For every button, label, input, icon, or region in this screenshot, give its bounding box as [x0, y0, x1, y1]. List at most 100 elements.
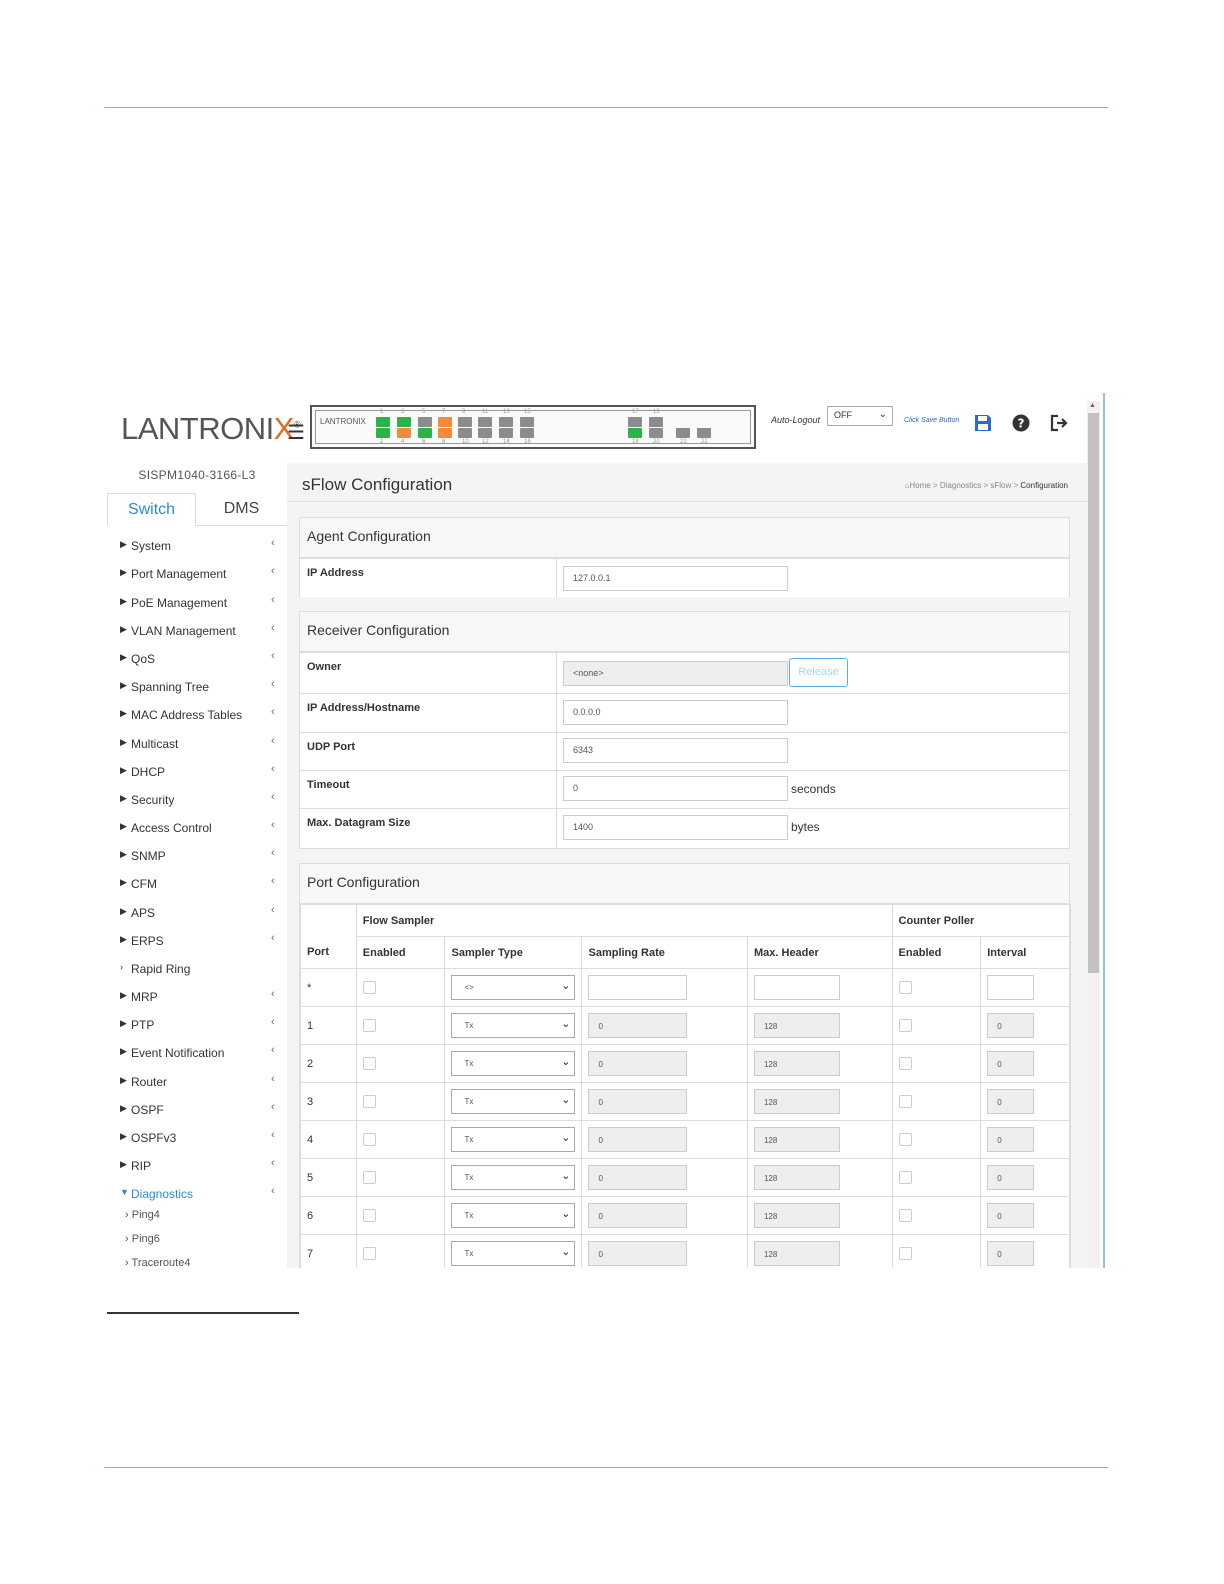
sidebar-item-event-notification[interactable]: ▶ Event Notification ‹: [107, 1044, 287, 1072]
enabled-checkbox[interactable]: [362, 1057, 376, 1070]
sidebar-item-rapid-ring[interactable]: › Rapid Ring: [107, 962, 287, 988]
sampling-rate-input[interactable]: 0: [588, 1203, 688, 1228]
interval-input[interactable]: 0: [987, 1013, 1035, 1038]
counter-enabled-checkbox[interactable]: [898, 981, 912, 994]
release-button[interactable]: Release: [789, 658, 848, 687]
scrollbar[interactable]: ▲: [1087, 401, 1100, 1268]
port-9-icon[interactable]: [458, 417, 472, 427]
sidebar-item-spanning-tree[interactable]: ▶ Spanning Tree ‹: [107, 678, 287, 706]
interval-input[interactable]: 0: [987, 1241, 1035, 1266]
counter-enabled-checkbox[interactable]: [898, 1057, 912, 1070]
sampling-rate-input[interactable]: [588, 975, 688, 1000]
breadcrumb-home[interactable]: Home: [909, 481, 930, 490]
enabled-checkbox[interactable]: [362, 1171, 376, 1184]
sidebar-item-access-control[interactable]: ▶ Access Control ‹: [107, 819, 287, 847]
sampler-type-select[interactable]: <> ⌄: [451, 975, 576, 1000]
sidebar-item-router[interactable]: ▶ Router ‹: [107, 1073, 287, 1101]
sampler-type-select[interactable]: Tx ⌄: [451, 1089, 576, 1114]
sidebar-item-multicast[interactable]: ▶ Multicast ‹: [107, 735, 287, 763]
interval-input[interactable]: 0: [987, 1127, 1035, 1152]
port-10-icon[interactable]: [458, 428, 472, 438]
interval-input[interactable]: 0: [987, 1089, 1035, 1114]
max-header-input[interactable]: 128: [753, 1051, 840, 1076]
enabled-checkbox[interactable]: [362, 1209, 376, 1222]
tab-dms[interactable]: DMS: [196, 493, 287, 526]
udp-port-input[interactable]: 6343: [563, 738, 788, 763]
sidebar-item-qos[interactable]: ▶ QoS ‹: [107, 650, 287, 678]
counter-enabled-checkbox[interactable]: [898, 1095, 912, 1108]
port-5-icon[interactable]: [418, 417, 432, 427]
enabled-checkbox[interactable]: [362, 1019, 376, 1032]
port-1-icon[interactable]: [376, 417, 390, 427]
sidebar-subitem-traceroute4[interactable]: › Traceroute4: [125, 1257, 190, 1268]
port-13-icon[interactable]: [499, 417, 513, 427]
tab-switch[interactable]: Switch: [107, 493, 196, 526]
port-8-icon[interactable]: [438, 428, 452, 438]
sampling-rate-input[interactable]: 0: [588, 1013, 688, 1038]
interval-input[interactable]: 0: [987, 1203, 1035, 1228]
hostname-input[interactable]: 0.0.0.0: [563, 700, 788, 725]
counter-enabled-checkbox[interactable]: [898, 1019, 912, 1032]
save-icon[interactable]: [973, 413, 993, 433]
breadcrumb-sflow[interactable]: sFlow: [990, 481, 1011, 490]
sampler-type-select[interactable]: Tx ⌄: [451, 1241, 576, 1266]
breadcrumb-diagnostics[interactable]: Diagnostics: [940, 481, 981, 490]
sampler-type-select[interactable]: Tx ⌄: [451, 1013, 576, 1038]
sidebar-item-dhcp[interactable]: ▶ DHCP ‹: [107, 763, 287, 791]
max-header-input[interactable]: 128: [753, 1013, 840, 1038]
max-header-input[interactable]: [753, 975, 840, 1000]
sidebar-item-poe-management[interactable]: ▶ PoE Management ‹: [107, 594, 287, 622]
port-14-icon[interactable]: [499, 428, 513, 438]
sampler-type-select[interactable]: Tx ⌄: [451, 1203, 576, 1228]
sampler-type-select[interactable]: Tx ⌄: [451, 1051, 576, 1076]
max-header-input[interactable]: 128: [753, 1127, 840, 1152]
counter-enabled-checkbox[interactable]: [898, 1247, 912, 1260]
sidebar-item-mrp[interactable]: ▶ MRP ‹: [107, 988, 287, 1016]
enabled-checkbox[interactable]: [362, 1247, 376, 1260]
max-header-input[interactable]: 128: [753, 1203, 840, 1228]
port-19-icon[interactable]: [649, 417, 663, 427]
agent-ip-input[interactable]: 127.0.0.1: [563, 566, 788, 591]
sidebar-item-erps[interactable]: ▶ ERPS ‹: [107, 932, 287, 960]
sidebar-item-ospf[interactable]: ▶ OSPF ‹: [107, 1101, 287, 1129]
sidebar-item-ospfv3[interactable]: ▶ OSPFv3 ‹: [107, 1129, 287, 1157]
port-2-icon[interactable]: [376, 428, 390, 438]
port-15-icon[interactable]: [520, 417, 534, 427]
sidebar-item-aps[interactable]: ▶ APS ‹: [107, 904, 287, 932]
sidebar-item-system[interactable]: ▶ System ‹: [107, 537, 287, 565]
port-16-icon[interactable]: [520, 428, 534, 438]
sidebar-item-security[interactable]: ▶ Security ‹: [107, 791, 287, 819]
sidebar-subitem-ping6[interactable]: › Ping6: [125, 1233, 160, 1245]
interval-input[interactable]: 0: [987, 1165, 1035, 1190]
logout-icon[interactable]: [1049, 413, 1069, 433]
help-icon[interactable]: ?: [1011, 413, 1031, 433]
sidebar-item-vlan-management[interactable]: ▶ VLAN Management ‹: [107, 622, 287, 650]
port-21-icon[interactable]: [676, 428, 690, 438]
counter-enabled-checkbox[interactable]: [898, 1209, 912, 1222]
port-3-icon[interactable]: [397, 417, 411, 427]
port-11-icon[interactable]: [478, 417, 492, 427]
port-6-icon[interactable]: [418, 428, 432, 438]
port-4-icon[interactable]: [397, 428, 411, 438]
sidebar-item-port-management[interactable]: ▶ Port Management ‹: [107, 565, 287, 593]
sampling-rate-input[interactable]: 0: [588, 1127, 688, 1152]
menu-toggle-icon[interactable]: ☰: [287, 420, 305, 445]
port-20-icon[interactable]: [649, 428, 663, 438]
port-7-icon[interactable]: [438, 417, 452, 427]
interval-input[interactable]: 0: [987, 1051, 1035, 1076]
counter-enabled-checkbox[interactable]: [898, 1171, 912, 1184]
enabled-checkbox[interactable]: [362, 981, 376, 994]
enabled-checkbox[interactable]: [362, 1095, 376, 1108]
sampler-type-select[interactable]: Tx ⌄: [451, 1165, 576, 1190]
max-header-input[interactable]: 128: [753, 1089, 840, 1114]
sidebar-item-ptp[interactable]: ▶ PTP ‹: [107, 1016, 287, 1044]
port-18-icon[interactable]: [628, 428, 642, 438]
sidebar-item-mac-address-tables[interactable]: ▶ MAC Address Tables ‹: [107, 706, 287, 734]
counter-enabled-checkbox[interactable]: [898, 1133, 912, 1146]
enabled-checkbox[interactable]: [362, 1133, 376, 1146]
port-22-icon[interactable]: [697, 428, 711, 438]
max-header-input[interactable]: 128: [753, 1165, 840, 1190]
scrollbar-thumb[interactable]: [1088, 413, 1099, 973]
sampling-rate-input[interactable]: 0: [588, 1051, 688, 1076]
sidebar-item-cfm[interactable]: ▶ CFM ‹: [107, 875, 287, 903]
